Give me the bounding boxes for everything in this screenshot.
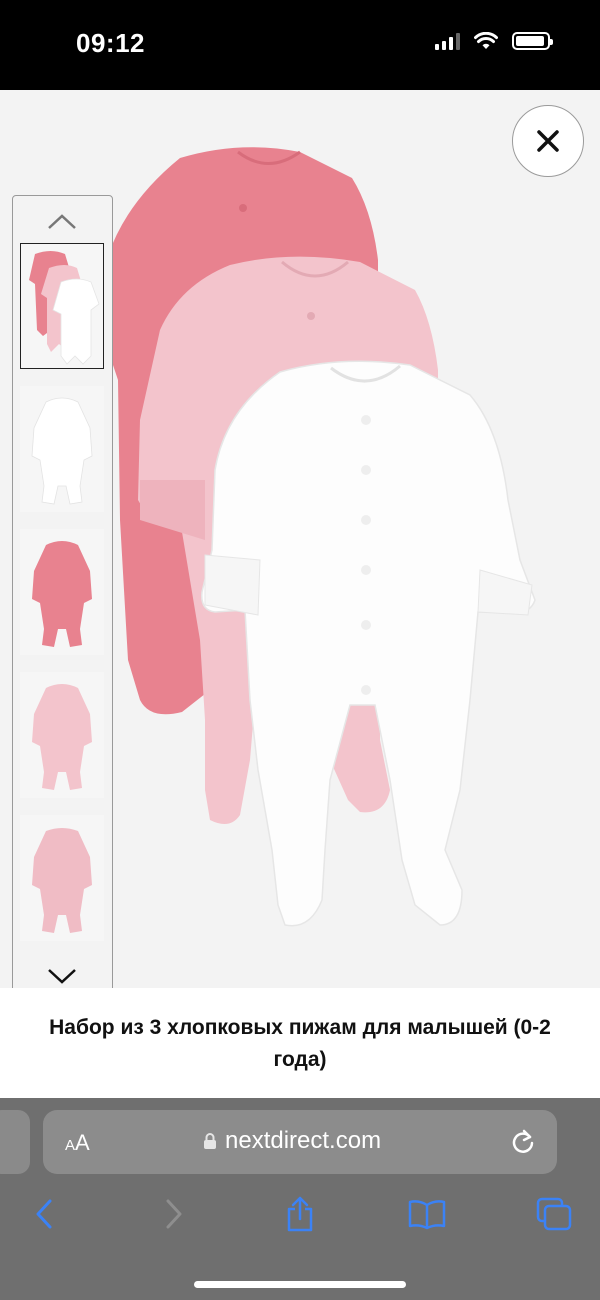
signal-icon	[435, 32, 460, 50]
tabs-icon	[536, 1197, 572, 1231]
product-title-area: Набор из 3 хлопковых пижам для малышей (…	[0, 988, 600, 1098]
thumbnail-image	[31, 397, 93, 505]
thumbnail-image	[32, 828, 92, 933]
forward-button[interactable]	[152, 1194, 196, 1234]
screen: 09:12 Набор из 3 хлопковых пижам для мал…	[0, 0, 600, 1300]
chevron-up-icon	[48, 214, 76, 229]
status-bar: 09:12	[0, 0, 600, 90]
text-size-small-label: A	[65, 1137, 76, 1154]
home-indicator[interactable]	[194, 1281, 406, 1288]
chevron-down-icon	[48, 969, 76, 984]
chevron-left-icon	[36, 1199, 52, 1229]
thumbnail-set-of-three[interactable]	[20, 243, 104, 369]
thumbnail-strip	[12, 195, 113, 1000]
bookmarks-button[interactable]	[405, 1194, 449, 1234]
previous-tab-preview[interactable]	[0, 1110, 30, 1174]
thumbnail-image	[32, 541, 92, 647]
browser-toolbar	[0, 1194, 600, 1244]
tabs-button[interactable]	[532, 1194, 576, 1234]
status-time: 09:12	[76, 28, 145, 58]
thumbnail-white[interactable]	[20, 386, 104, 512]
white-sleepsuit	[201, 360, 536, 927]
share-icon	[287, 1196, 313, 1232]
thumbnail-image	[29, 251, 100, 365]
browser-chrome: AA nextdirect.com	[0, 1098, 600, 1300]
url-display[interactable]: nextdirect.com	[203, 1127, 381, 1155]
product-title: Набор из 3 хлопковых пижам для малышей (…	[49, 1016, 551, 1071]
battery-icon	[512, 32, 553, 50]
share-button[interactable]	[278, 1194, 322, 1234]
wifi-icon	[474, 32, 498, 49]
product-image-area[interactable]	[0, 90, 600, 1000]
close-icon	[537, 130, 559, 152]
url-text: nextdirect.com	[225, 1127, 382, 1154]
back-button[interactable]	[22, 1194, 66, 1234]
thumbnail-image	[32, 684, 92, 790]
chevron-right-icon	[166, 1199, 182, 1229]
thumbnail-light-pink[interactable]	[20, 672, 104, 798]
reload-icon	[512, 1129, 534, 1153]
text-size-button[interactable]: AA	[65, 1130, 90, 1156]
thumbnail-dark-pink[interactable]	[20, 529, 104, 655]
text-size-large-label: A	[75, 1130, 90, 1155]
status-icons	[435, 32, 553, 50]
book-icon	[408, 1200, 446, 1230]
address-bar[interactable]: AA nextdirect.com	[43, 1110, 557, 1174]
lock-icon	[204, 1133, 216, 1149]
thumbnail-pink-back[interactable]	[20, 815, 104, 941]
reload-button[interactable]	[509, 1128, 537, 1161]
close-button[interactable]	[512, 105, 584, 177]
thumbnails-up-button[interactable]	[13, 202, 111, 242]
